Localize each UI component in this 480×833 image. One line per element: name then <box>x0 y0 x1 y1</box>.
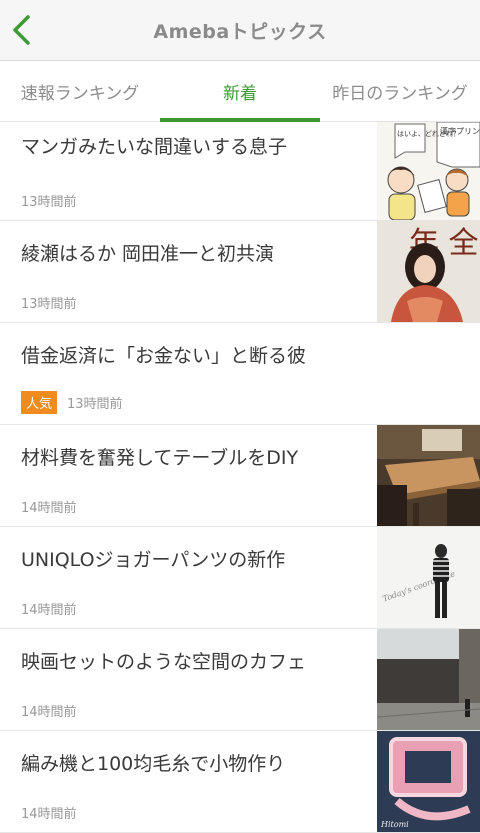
list-item[interactable]: UNIQLOジョガーパンツの新作 14時間前 Today's coordinat… <box>0 527 480 629</box>
page-title: Amebaトピックス <box>153 20 327 43</box>
manga-bubble-text-2: はいよ、どれどれ？ <box>397 130 460 138</box>
list-item[interactable]: 綾瀬はるか 岡田准一と初共演 13時間前 年 全 <box>0 221 480 323</box>
thumbnail-manga: 漢字プリント間違いないか見て〜 はいよ、どれどれ？ <box>377 122 480 220</box>
tab-bar: 速報ランキング 新着 昨日のランキング <box>0 61 480 122</box>
list-item[interactable]: マンガみたいな間違いする息子 13時間前 漢字プリント間違いないか見て〜 はいよ… <box>0 122 480 221</box>
topic-title: 綾瀬はるか 岡田准一と初共演 <box>21 243 275 265</box>
topic-title: マンガみたいな間違いする息子 <box>21 136 288 158</box>
list-item[interactable]: 材料費を奮発してテーブルをDIY 14時間前 <box>0 425 480 527</box>
topic-time: 13時間前 <box>67 397 123 412</box>
topic-time: 14時間前 <box>21 603 77 618</box>
topic-list: マンガみたいな間違いする息子 13時間前 漢字プリント間違いないか見て〜 はいよ… <box>0 122 480 833</box>
popular-badge: 人気 <box>21 391 58 414</box>
tab-ranking[interactable]: 速報ランキング <box>0 61 160 121</box>
topic-time: 14時間前 <box>21 501 77 516</box>
app-header: Amebaトピックス <box>0 0 480 61</box>
topic-title: UNIQLOジョガーパンツの新作 <box>21 549 286 571</box>
thumbnail-fashion: Today's coordinate <box>377 527 480 628</box>
thumbnail-table <box>377 425 480 526</box>
topic-time: 14時間前 <box>21 705 77 720</box>
back-icon[interactable] <box>10 14 34 46</box>
tab-yesterday-ranking[interactable]: 昨日のランキング <box>320 61 480 121</box>
knit-caption: Hitomi <box>380 820 409 829</box>
tab-new[interactable]: 新着 <box>160 61 320 122</box>
thumbnail-actress: 年 全 <box>377 221 480 322</box>
topic-title: 編み機と100均毛糸で小物作り <box>21 753 286 775</box>
topic-time: 13時間前 <box>21 297 77 312</box>
thumbnail-knit: Hitomi <box>377 731 480 832</box>
topic-title: 借金返済に「お金ない」と断る彼 <box>21 345 307 367</box>
topic-time: 14時間前 <box>21 807 77 822</box>
thumbnail-cafe <box>377 629 480 730</box>
topic-title: 映画セットのような空間のカフェ <box>21 651 307 673</box>
topic-title: 材料費を奮発してテーブルをDIY <box>21 447 299 469</box>
list-item[interactable]: 編み機と100均毛糸で小物作り 14時間前 Hitomi <box>0 731 480 833</box>
list-item[interactable]: 借金返済に「お金ない」と断る彼 人気 13時間前 <box>0 323 480 425</box>
list-item[interactable]: 映画セットのような空間のカフェ 14時間前 <box>0 629 480 731</box>
topic-time: 13時間前 <box>21 195 77 210</box>
